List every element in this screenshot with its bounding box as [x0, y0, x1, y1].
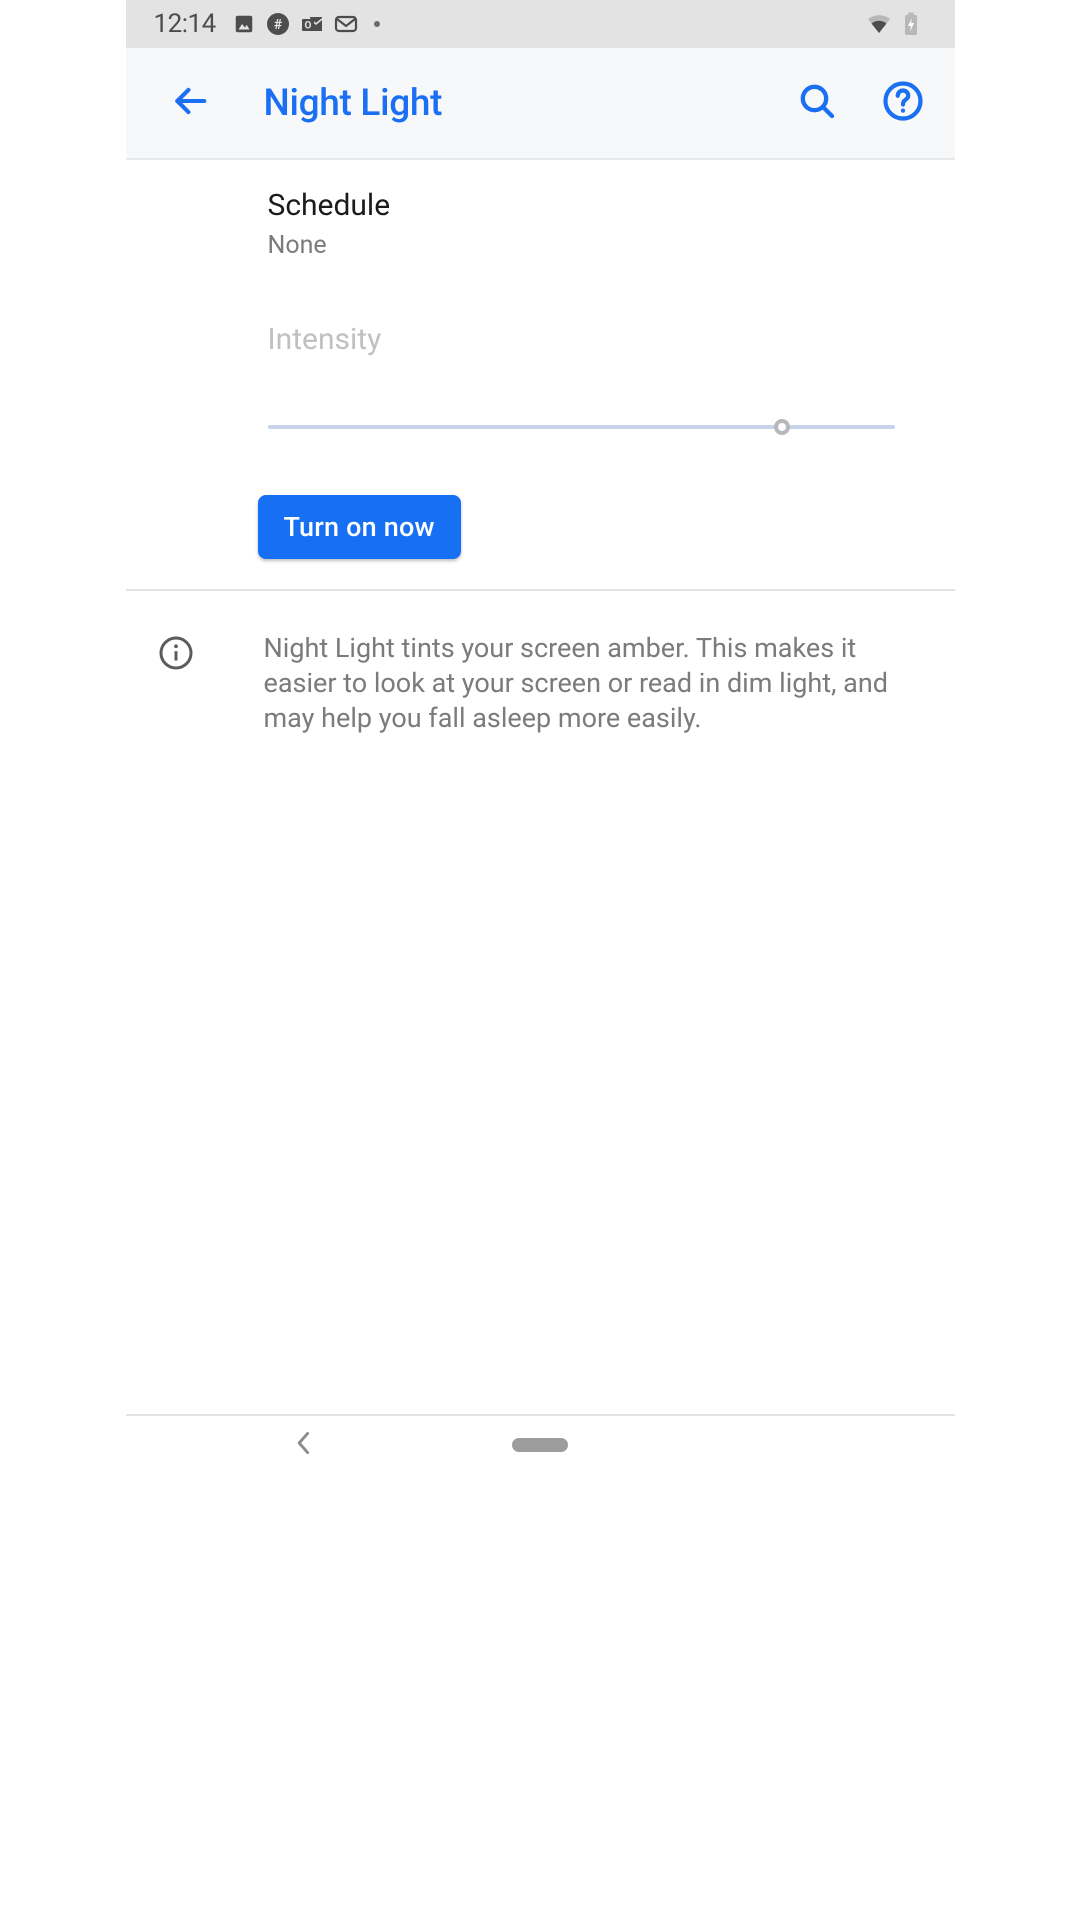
- slider-thumb-icon: [774, 419, 790, 435]
- arrow-left-icon: [171, 82, 209, 124]
- turn-on-now-button[interactable]: Turn on now: [258, 495, 461, 559]
- nav-back-button[interactable]: [292, 1433, 316, 1457]
- status-time: 12:14: [154, 9, 216, 39]
- page-title: Night Light: [264, 82, 443, 125]
- battery-charging-icon: [899, 12, 923, 36]
- image-icon: [232, 12, 256, 36]
- system-nav-bar: [126, 1414, 955, 1474]
- help-button[interactable]: [875, 75, 931, 131]
- gesture-handle[interactable]: [512, 1438, 568, 1452]
- wifi-icon: [867, 12, 891, 36]
- status-bar-right: [867, 12, 923, 36]
- back-button[interactable]: [162, 75, 218, 131]
- chevron-left-icon: [295, 1431, 313, 1459]
- schedule-setting[interactable]: Schedule None: [126, 160, 955, 260]
- status-bar-left: 12:14 # O: [154, 9, 380, 39]
- app-bar: Night Light: [126, 48, 955, 160]
- outlook-icon: O: [300, 12, 324, 36]
- svg-text:#: #: [274, 17, 283, 33]
- search-icon: [797, 81, 837, 125]
- info-block: Night Light tints your screen amber. Thi…: [126, 591, 955, 736]
- intensity-slider[interactable]: [268, 417, 895, 437]
- hash-badge-icon: #: [266, 12, 290, 36]
- search-button[interactable]: [789, 75, 845, 131]
- status-bar: 12:14 # O: [126, 0, 955, 48]
- schedule-value: None: [268, 231, 895, 260]
- intensity-setting: Intensity: [126, 260, 955, 437]
- info-text: Night Light tints your screen amber. Thi…: [264, 631, 895, 736]
- svg-text:O: O: [304, 21, 311, 32]
- mail-icon: [334, 12, 358, 36]
- intensity-label: Intensity: [268, 322, 895, 357]
- overflow-dot-icon: [374, 21, 380, 27]
- help-circle-icon: [882, 80, 924, 126]
- schedule-label: Schedule: [268, 188, 895, 223]
- info-icon: [158, 635, 194, 736]
